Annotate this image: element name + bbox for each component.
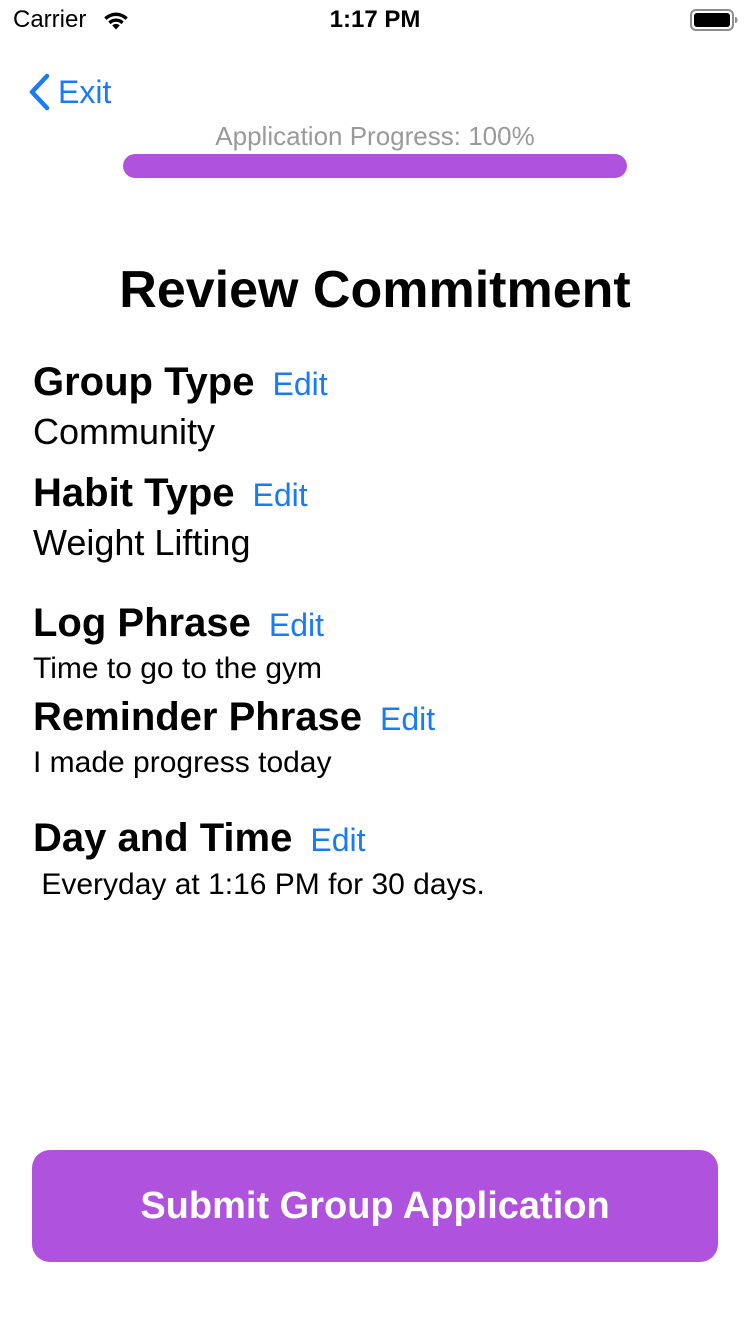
edit-day-and-time-button[interactable]: Edit [310, 822, 365, 859]
edit-habit-type-button[interactable]: Edit [253, 477, 308, 514]
section-heading: Habit Type [33, 471, 235, 515]
progress-label: Application Progress: 100% [215, 121, 535, 151]
exit-label: Exit [58, 74, 112, 110]
section-group-type: Group Type Edit [33, 358, 328, 406]
section-log-phrase: Log Phrase Edit [33, 599, 324, 647]
section-reminder-phrase: Reminder Phrase Edit [33, 693, 435, 741]
log-phrase-value: Time to go to the gym [33, 652, 323, 685]
edit-reminder-phrase-button[interactable]: Edit [380, 701, 435, 738]
day-and-time-value: Everyday at 1:16 PM for 30 days. [33, 868, 485, 901]
habit-type-value: Weight Lifting [33, 522, 251, 563]
exit-button[interactable]: Exit [26, 70, 111, 114]
section-heading: Log Phrase [33, 601, 251, 645]
edit-log-phrase-button[interactable]: Edit [269, 607, 324, 644]
section-heading: Group Type [33, 360, 255, 404]
section-day-and-time: Day and Time Edit [33, 814, 366, 862]
progress-bar [123, 154, 627, 178]
page-title: Review Commitment [119, 261, 631, 319]
chevron-left-icon [29, 73, 50, 111]
progress-fill [123, 154, 627, 178]
reminder-phrase-value: I made progress today [33, 746, 332, 779]
section-heading: Reminder Phrase [33, 695, 363, 739]
status-bar: Carrier 1:17 PM [0, 0, 750, 40]
section-heading: Day and Time [33, 816, 293, 860]
submit-group-application-button[interactable]: Submit Group Application [32, 1150, 718, 1262]
group-type-value: Community [33, 411, 216, 452]
section-habit-type: Habit Type Edit [33, 469, 308, 517]
edit-group-type-button[interactable]: Edit [272, 366, 327, 403]
clock: 1:17 PM [329, 6, 421, 33]
battery-full-icon [690, 9, 738, 31]
